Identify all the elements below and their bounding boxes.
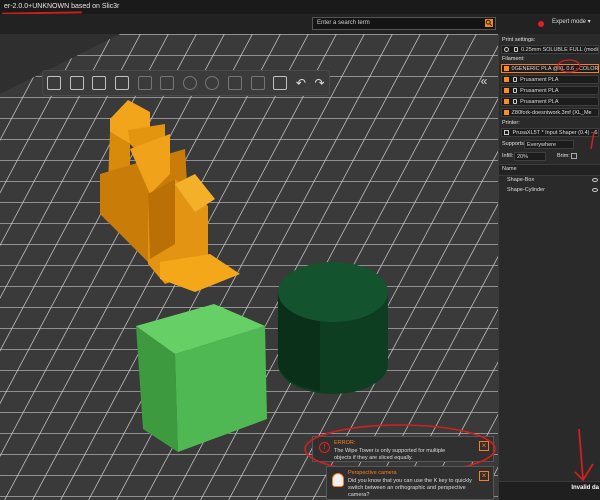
filament-combo-4[interactable]: Prusament PLA — [501, 97, 599, 106]
lock-icon — [512, 77, 517, 82]
hint-title: Perspective camera — [348, 470, 397, 476]
error-title: ERROR: — [334, 440, 356, 446]
search-placeholder: Enter a search term — [317, 20, 370, 26]
filament-color-swatch — [504, 99, 509, 104]
object-name: Shape-Cylinder — [507, 187, 545, 193]
hint-notification: Perspective camera Did you know that you… — [326, 466, 494, 500]
window-titlebar: er-2.0.0+UNKNOWN based on Slic3r — [0, 0, 600, 15]
gear-icon — [504, 47, 509, 52]
error-notification: ! ERROR: The Wipe Tower is only supporte… — [312, 436, 494, 462]
close-hint-button[interactable]: × — [479, 471, 489, 481]
lock-icon — [512, 88, 517, 93]
printer-value: PrusaXL5T * Input Shaper (0.4) - 6.6 — [512, 130, 599, 136]
search-input[interactable]: Enter a search term — [312, 17, 496, 30]
lock-icon — [513, 47, 518, 52]
printer-label: Printer: — [502, 120, 520, 126]
list-header-name: Name — [502, 166, 517, 172]
hint-icon — [332, 473, 344, 487]
slice-status-button[interactable]: Invalid da — [571, 485, 599, 491]
brim-label: Brim: — [557, 153, 570, 159]
object-item-cylinder[interactable]: Shape-Cylinder — [507, 187, 545, 193]
3d-viewport[interactable]: ↶ ↷ « ! ERROR: The Wipe Tower is only su… — [0, 34, 498, 500]
supports-value: Everywhere — [527, 142, 557, 148]
filament-color-swatch — [504, 110, 509, 115]
print-settings-label: Print settings: — [502, 37, 536, 43]
scene-objects — [100, 100, 388, 452]
filament-color-swatch — [504, 88, 509, 93]
filament-combo-1[interactable]: 0GENERIC PLA @XL 0.6 - COLOR — [501, 64, 599, 73]
brim-checkbox[interactable] — [571, 153, 577, 159]
infill-label: Infill: — [502, 153, 514, 159]
hint-text: Did you know that you can use the K key … — [348, 478, 472, 498]
shape-box[interactable] — [136, 304, 267, 452]
mode-selector[interactable]: Expert mode ▾ — [552, 18, 591, 25]
supports-combo[interactable]: Everywhere — [524, 140, 574, 149]
eye-icon[interactable] — [592, 188, 598, 192]
infill-value: 20% — [517, 154, 529, 160]
object-item-box[interactable]: Shape-Box — [507, 177, 534, 183]
close-error-button[interactable]: × — [479, 441, 489, 451]
error-icon: ! — [319, 442, 330, 453]
filament-name: Z80fork-doesntwork.3mf (XL_Me — [511, 110, 592, 116]
infill-combo[interactable]: 20% — [514, 152, 546, 161]
print-settings-value: 0.25mm SOLUBLE FULL (modified) — [521, 47, 598, 53]
filament-color-swatch — [504, 66, 509, 71]
printer-combo[interactable]: PrusaXL5T * Input Shaper (0.4) - 6.6 — [501, 128, 599, 137]
filament-name: Prusament PLA — [520, 88, 559, 94]
filament-name: 0GENERIC PLA @XL 0.6 - COLOR — [511, 66, 599, 72]
error-text: The Wipe Tower is only supported for mul… — [334, 448, 446, 461]
object-name: Shape-Box — [507, 177, 535, 183]
print-settings-combo[interactable]: 0.25mm SOLUBLE FULL (modified) — [501, 45, 599, 54]
supports-label: Supports: — [502, 141, 526, 147]
window-title: er-2.0.0+UNKNOWN based on Slic3r — [4, 3, 120, 10]
sidebar-panel: Print settings: 0.25mm SOLUBLE FULL (mod… — [498, 34, 600, 500]
mode-indicator-icon — [538, 21, 544, 27]
filament-color-swatch — [504, 77, 509, 82]
menubar: Enter a search term Expert mode ▾ — [0, 14, 600, 35]
filament-combo-3[interactable]: Prusament PLA — [501, 86, 599, 95]
eye-icon[interactable] — [592, 178, 598, 182]
filament-name: Prusament PLA — [520, 77, 559, 83]
filament-label: Filament: — [502, 56, 525, 62]
lock-icon — [512, 99, 517, 104]
search-icon — [485, 19, 493, 27]
printer-icon — [504, 130, 509, 135]
bottom-bar: Invalid da — [499, 481, 600, 500]
filament-combo-5[interactable]: Z80fork-doesntwork.3mf (XL_Me — [501, 108, 599, 117]
shape-cylinder[interactable] — [278, 262, 388, 394]
object-list-header: Name — [499, 164, 600, 176]
filament-combo-2[interactable]: Prusament PLA — [501, 75, 599, 84]
wipe-tower[interactable] — [100, 100, 240, 292]
filament-name: Prusament PLA — [520, 99, 559, 105]
